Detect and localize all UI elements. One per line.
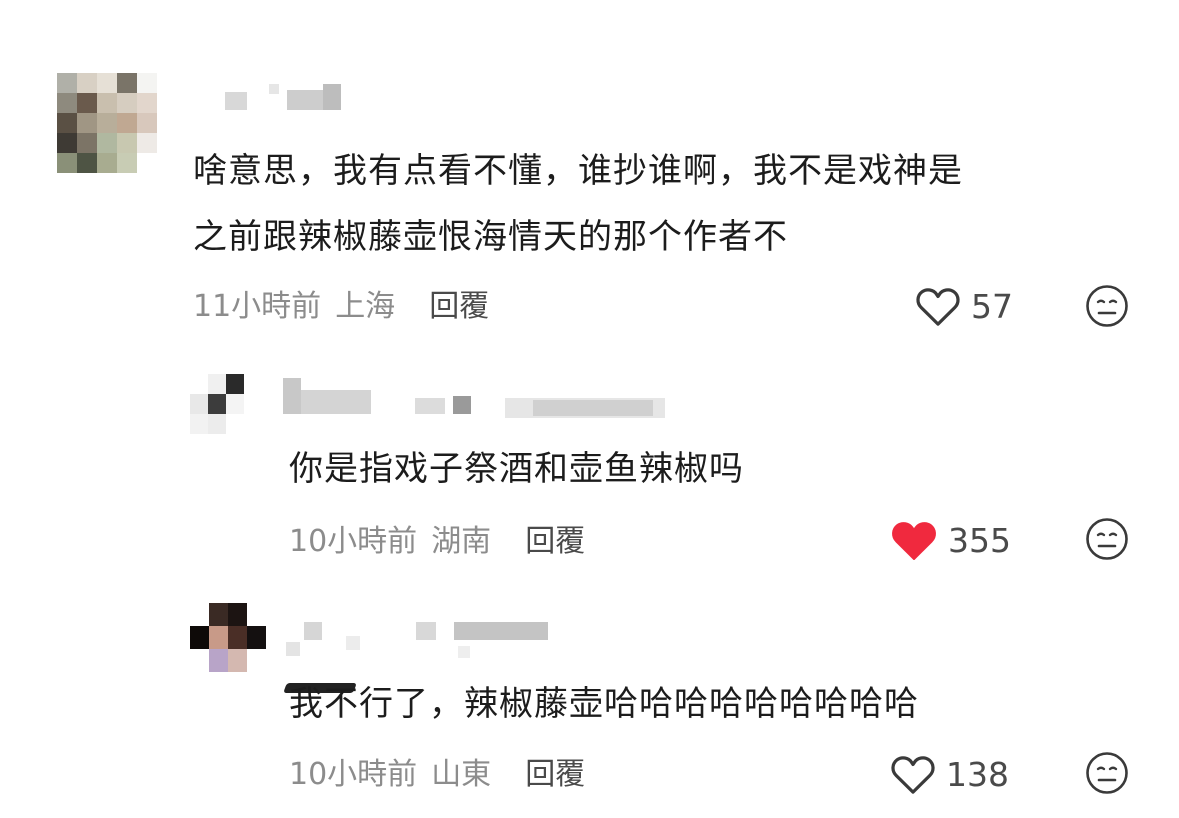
username-censored[interactable] xyxy=(286,620,556,660)
location: 上海 xyxy=(335,289,396,324)
comment-meta: 10小時前 山東 回覆 xyxy=(289,749,585,793)
username-censored[interactable] xyxy=(283,378,683,418)
comment-meta: 11小時前 上海 回覆 xyxy=(193,281,489,325)
like-button[interactable]: 355 xyxy=(890,518,1011,562)
like-count: 355 xyxy=(948,520,1011,560)
avatar[interactable] xyxy=(190,374,262,434)
reply-button[interactable]: 回覆 xyxy=(525,749,585,793)
reply-button[interactable]: 回覆 xyxy=(429,281,489,325)
meh-face-icon[interactable] xyxy=(1085,284,1129,328)
comment-text: 我不行了，辣椒藤壶哈哈哈哈哈哈哈哈哈 xyxy=(289,671,919,737)
comment-text-line: 我不行了，辣椒藤壶哈哈哈哈哈哈哈哈哈 xyxy=(289,684,919,724)
location: 湖南 xyxy=(431,524,492,559)
like-button[interactable]: 138 xyxy=(890,752,1009,796)
comment-text: 啥意思，我有点看不懂，谁抄谁啊，我不是戏神是 之前跟辣椒藤壶恨海情天的那个作者不 xyxy=(193,138,963,270)
location: 山東 xyxy=(431,757,492,792)
meh-face-icon[interactable] xyxy=(1085,517,1129,561)
timestamp: 10小時前 xyxy=(289,524,418,559)
like-count: 57 xyxy=(971,286,1013,326)
heart-outline-icon xyxy=(916,288,960,326)
like-button[interactable]: 57 xyxy=(915,284,1013,328)
username-censored[interactable] xyxy=(225,84,345,110)
avatar[interactable] xyxy=(190,603,266,673)
meh-face-icon[interactable] xyxy=(1085,751,1129,795)
heart-filled-icon xyxy=(892,522,936,560)
timestamp: 11小時前 xyxy=(193,289,322,324)
reply-button[interactable]: 回覆 xyxy=(525,516,585,560)
comment-text-line: 你是指戏子祭酒和壶鱼辣椒吗 xyxy=(289,449,744,489)
timestamp: 10小時前 xyxy=(289,757,418,792)
comment-text-line: 之前跟辣椒藤壶恨海情天的那个作者不 xyxy=(193,217,788,257)
avatar[interactable] xyxy=(57,73,157,173)
heart-outline-icon xyxy=(891,756,935,794)
like-count: 138 xyxy=(946,754,1009,794)
comment-text: 你是指戏子祭酒和壶鱼辣椒吗 xyxy=(289,436,744,502)
comment-meta: 10小時前 湖南 回覆 xyxy=(289,516,585,560)
comment-text-line: 啥意思，我有点看不懂，谁抄谁啊，我不是戏神是 xyxy=(193,151,963,191)
